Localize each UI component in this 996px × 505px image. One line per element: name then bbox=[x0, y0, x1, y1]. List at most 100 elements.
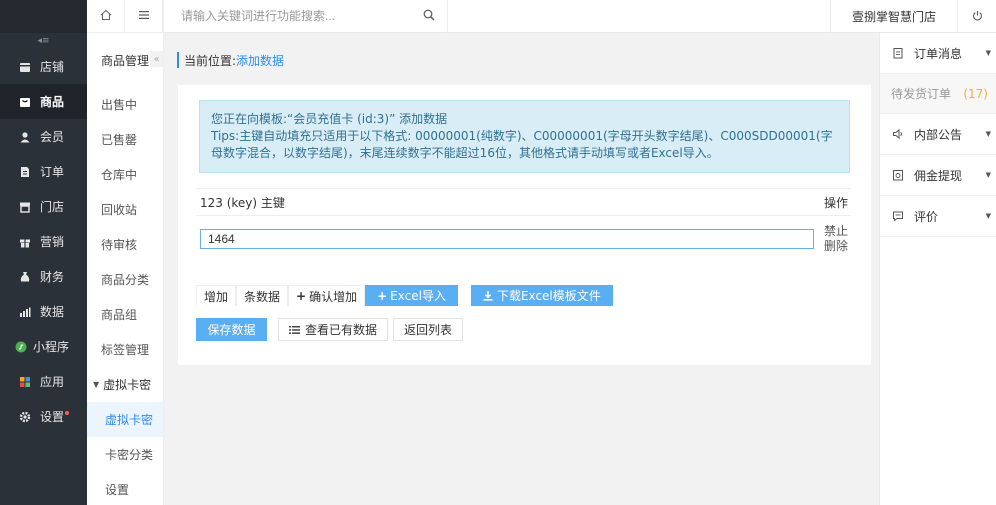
content-card: 您正在向模板:“会员充值卡 (id:3)” 添加数据 Tips:主键自动填充只适… bbox=[178, 85, 871, 365]
count-input[interactable]: 条数据 bbox=[236, 285, 289, 306]
info-alert: 您正在向模板:“会员充值卡 (id:3)” 添加数据 Tips:主键自动填充只适… bbox=[199, 100, 850, 173]
sidebar-item-member[interactable]: 会员 bbox=[0, 119, 87, 154]
subnav-item-onsale[interactable]: 出售中 bbox=[87, 87, 163, 122]
panel-pending-orders[interactable]: 待发货订单 (17) bbox=[880, 74, 996, 114]
panel-internal-notice[interactable]: 内部公告 ▼ bbox=[880, 114, 996, 155]
subnav-item-group[interactable]: 商品组 bbox=[87, 297, 163, 332]
sidebar-item-apps[interactable]: 应用 bbox=[0, 364, 87, 399]
order-icon bbox=[18, 165, 31, 178]
table-row: 禁止 删除 bbox=[196, 216, 851, 261]
right-panel: 订单消息 ▼ 待发货订单 (17) 内部公告 ▼ 佣金提现 ▼ 评价 ▼ bbox=[879, 33, 996, 505]
search-input[interactable] bbox=[181, 9, 423, 23]
subnav-item-soldout[interactable]: 已售罄 bbox=[87, 122, 163, 157]
subnav-item-pending-review[interactable]: 待审核 bbox=[87, 227, 163, 262]
subnav-item-recycle[interactable]: 回收站 bbox=[87, 192, 163, 227]
save-button[interactable]: 保存数据 bbox=[196, 318, 267, 341]
data-table: 123 (key) 主键 操作 禁止 删除 bbox=[196, 188, 851, 261]
speaker-icon bbox=[892, 128, 904, 140]
sidebar-item-store[interactable]: 店铺 bbox=[0, 49, 87, 84]
panel-commission[interactable]: 佣金提现 ▼ bbox=[880, 155, 996, 196]
sidebar-item-label: 店铺 bbox=[40, 60, 65, 74]
sub-sidebar-header bbox=[87, 0, 163, 33]
subnav-item-card-settings[interactable]: 设置 bbox=[87, 472, 163, 505]
store-name[interactable]: 壹捌掌智慧门店 bbox=[830, 0, 958, 33]
disable-link[interactable]: 禁止 bbox=[824, 224, 848, 239]
add-label: 增加 bbox=[196, 285, 237, 306]
sidebar-item-label: 财务 bbox=[40, 270, 65, 284]
subnav-item-tags[interactable]: 标签管理 bbox=[87, 332, 163, 367]
sidebar-item-order[interactable]: 订单 bbox=[0, 154, 87, 189]
main-sidebar: ◂≡ 店铺 商品 会员 订单 门店 营销 财务 数据 小程序 应用 设置 bbox=[0, 0, 87, 505]
form-actions: 保存数据 查看已有数据 返回列表 bbox=[196, 318, 464, 341]
sidebar-collapse-toggle[interactable]: ◂≡ bbox=[0, 33, 87, 49]
confirm-add-label: 确认增加 bbox=[309, 289, 358, 304]
review-label: 评价 bbox=[914, 209, 939, 224]
internal-notice-label: 内部公告 bbox=[914, 127, 963, 142]
menu-icon bbox=[138, 9, 150, 24]
clipboard-icon bbox=[892, 47, 904, 59]
plus-icon: + bbox=[296, 289, 307, 303]
sub-sidebar: 商品管理 « 出售中 已售罄 仓库中 回收站 待审核 商品分类 商品组 标签管理… bbox=[87, 0, 164, 505]
panel-order-messages[interactable]: 订单消息 ▼ bbox=[880, 33, 996, 74]
sidebar-item-data[interactable]: 数据 bbox=[0, 294, 87, 329]
miniapp-icon bbox=[14, 340, 27, 353]
logout-button[interactable] bbox=[958, 0, 996, 33]
sidebar-item-label: 设置 bbox=[40, 410, 65, 424]
excel-import-label: Excel导入 bbox=[390, 289, 446, 303]
comment-icon bbox=[892, 210, 904, 222]
subnav-item-warehouse[interactable]: 仓库中 bbox=[87, 157, 163, 192]
commission-label: 佣金提现 bbox=[914, 168, 963, 183]
key-value-input[interactable] bbox=[200, 228, 814, 249]
sidebar-item-label: 门店 bbox=[40, 200, 65, 214]
sidebar-item-label: 小程序 bbox=[33, 340, 70, 354]
confirm-add-button[interactable]: + 确认增加 bbox=[288, 285, 366, 306]
home-button[interactable] bbox=[87, 0, 125, 33]
subnav-group-virtual-card[interactable]: ▼ 虚拟卡密 bbox=[87, 367, 163, 402]
apps-icon bbox=[18, 375, 31, 388]
excel-import-button[interactable]: + Excel导入 bbox=[365, 285, 458, 306]
sidebar-item-label: 应用 bbox=[40, 375, 65, 389]
download-template-button[interactable]: 下载Excel模板文件 bbox=[470, 285, 613, 306]
chart-icon bbox=[18, 305, 31, 318]
sidebar-item-label: 会员 bbox=[40, 130, 65, 144]
panel-review[interactable]: 评价 ▼ bbox=[880, 196, 996, 237]
sidebar-item-label: 商品 bbox=[40, 95, 65, 109]
notification-badge bbox=[65, 410, 70, 415]
download-template-label: 下载Excel模板文件 bbox=[496, 289, 601, 303]
delete-link[interactable]: 删除 bbox=[824, 239, 848, 254]
sidebar-item-settings[interactable]: 设置 bbox=[0, 399, 87, 434]
top-bar: 壹捌掌智慧门店 bbox=[164, 0, 996, 33]
sub-sidebar-title-text: 商品管理 bbox=[101, 53, 150, 68]
column-ops: 操作 bbox=[823, 195, 848, 210]
search-icon[interactable] bbox=[423, 9, 435, 24]
order-messages-label: 订单消息 bbox=[914, 46, 963, 61]
plus-icon: + bbox=[377, 288, 388, 303]
breadcrumb-label: 当前位置: bbox=[184, 53, 237, 68]
sidebar-item-label: 订单 bbox=[40, 165, 65, 179]
breadcrumb-current[interactable]: 添加数据 bbox=[236, 52, 284, 69]
subnav-item-virtual-card[interactable]: 虚拟卡密 bbox=[87, 402, 163, 437]
subnav-item-category[interactable]: 商品分类 bbox=[87, 262, 163, 297]
view-existing-button[interactable]: 查看已有数据 bbox=[278, 318, 389, 341]
sidebar-item-label: 数据 bbox=[40, 305, 65, 319]
row-ops: 禁止 删除 bbox=[824, 224, 848, 254]
sidebar-item-finance[interactable]: 财务 bbox=[0, 259, 87, 294]
alert-line-2: Tips:主键自动填充只适用于以下格式: 00000001(纯数字)、C0000… bbox=[211, 129, 833, 160]
sidebar-item-marketing[interactable]: 营销 bbox=[0, 224, 87, 259]
sidebar-item-shop[interactable]: 门店 bbox=[0, 189, 87, 224]
sidebar-item-goods[interactable]: 商品 bbox=[0, 84, 87, 119]
list-icon bbox=[289, 325, 300, 335]
sidebar-item-miniapp[interactable]: 小程序 bbox=[0, 329, 87, 364]
caret-down-icon: ▼ bbox=[985, 130, 991, 138]
collapse-left-icon[interactable]: « bbox=[150, 51, 163, 67]
caret-down-icon: ▼ bbox=[985, 49, 991, 57]
subnav-item-card-category[interactable]: 卡密分类 bbox=[87, 437, 163, 472]
shop-icon bbox=[18, 200, 31, 213]
money-bag-icon bbox=[18, 270, 31, 283]
menu-toggle-button[interactable] bbox=[125, 0, 163, 33]
pending-orders-label: 待发货订单 bbox=[891, 87, 952, 101]
sidebar-logo-area bbox=[0, 0, 87, 33]
back-list-button[interactable]: 返回列表 bbox=[393, 318, 464, 341]
add-controls: 增加 条数据 + 确认增加 + Excel导入 下载Excel模板文件 bbox=[196, 285, 613, 306]
caret-down-icon: ▼ bbox=[985, 212, 991, 220]
